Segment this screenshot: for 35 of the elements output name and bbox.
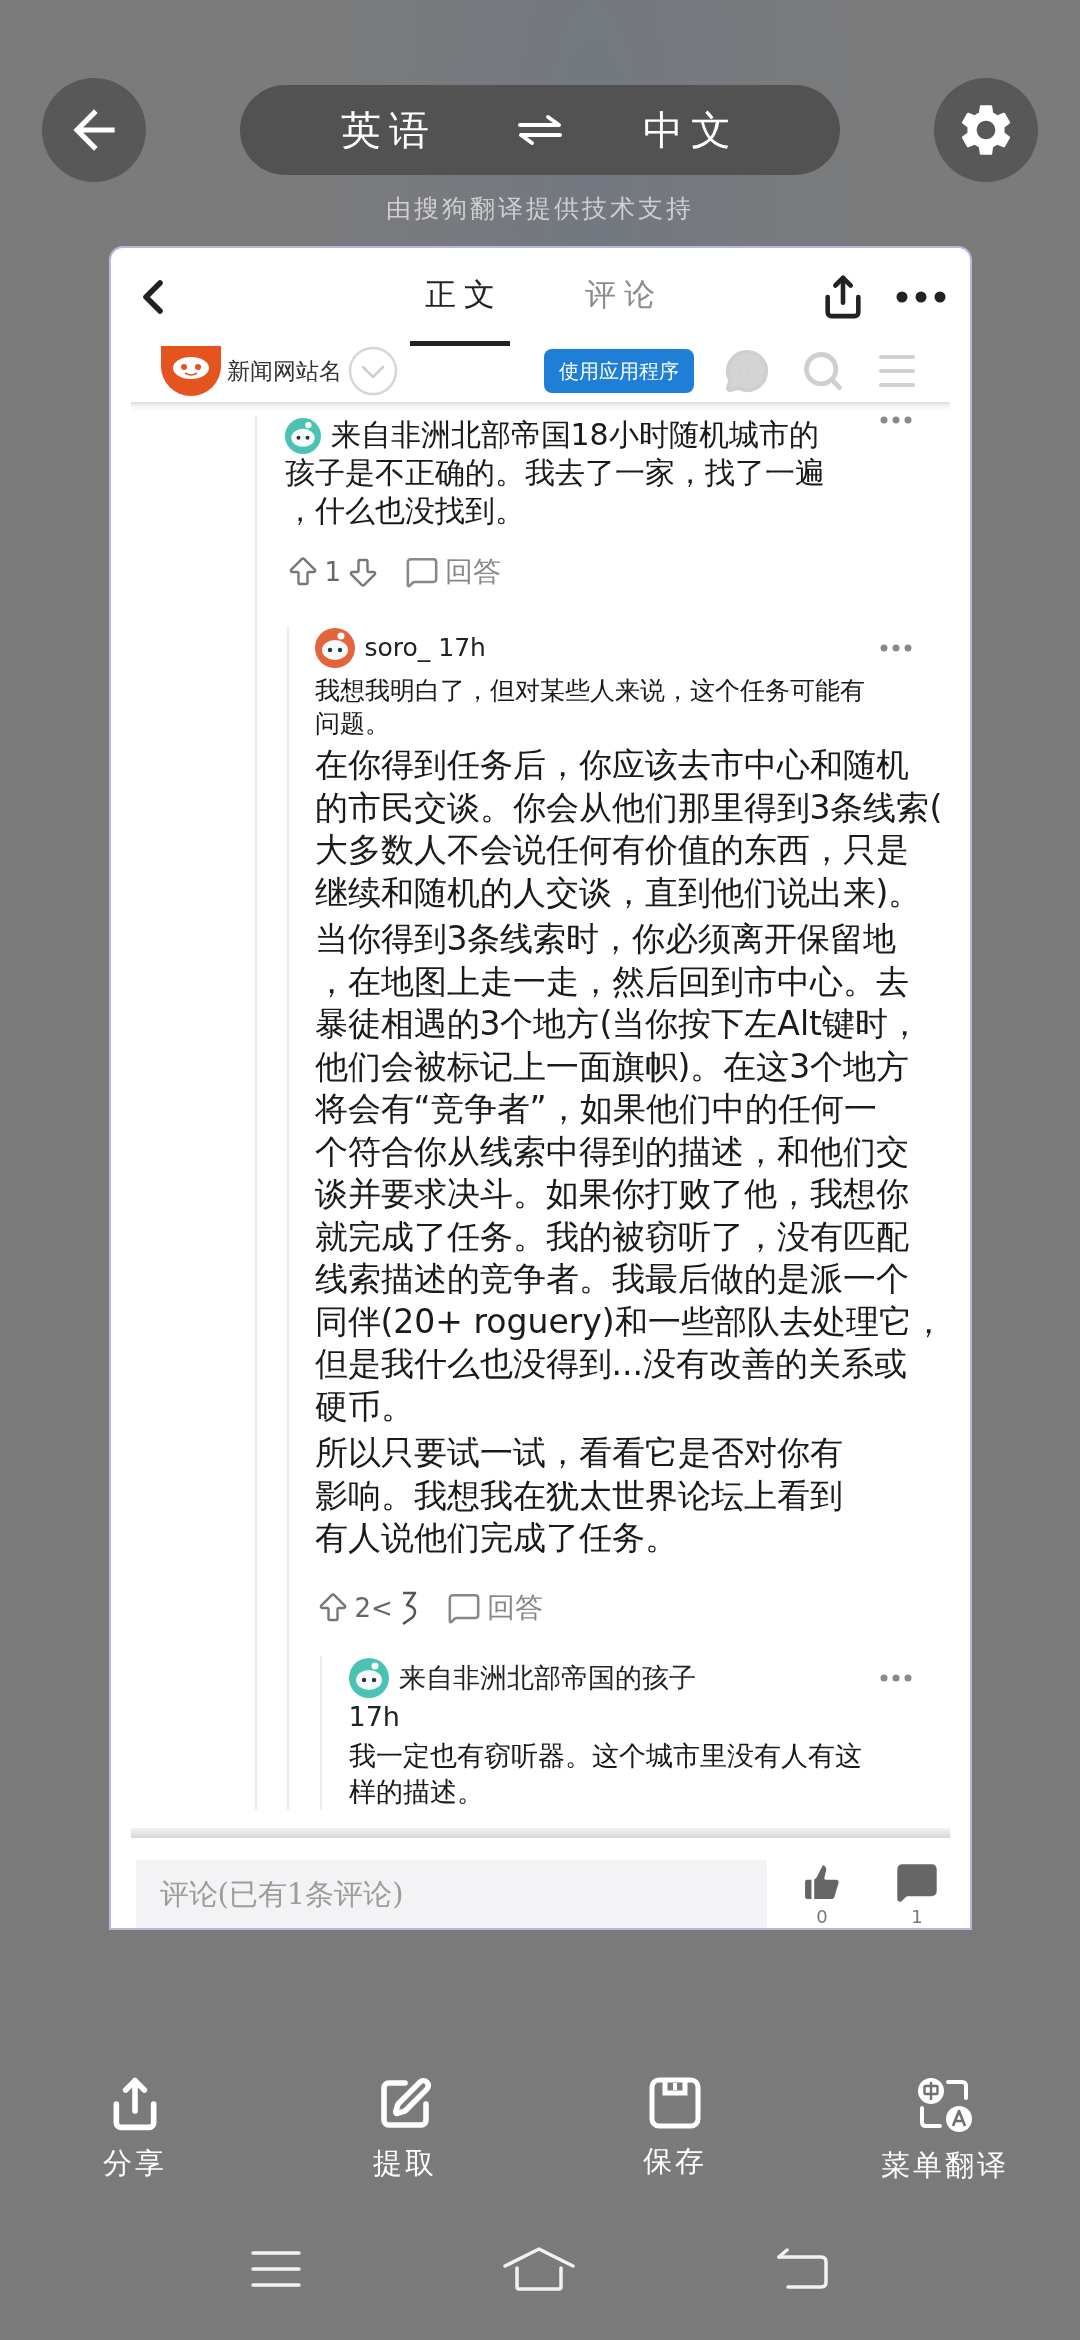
comment-text: 我想我明白了，但对某些人来说，这个任务可能有 问题。 bbox=[314, 675, 866, 740]
home-icon[interactable] bbox=[502, 2246, 576, 2292]
translate-button[interactable]: 菜单翻译 bbox=[881, 2076, 1009, 2182]
extract-button[interactable]: 提取 bbox=[373, 2076, 437, 2182]
tab[interactable]: 正文 bbox=[410, 248, 510, 346]
more-icon[interactable] bbox=[895, 291, 946, 303]
comment-text: 我一定也有窃听器。这个城市里没有人有这 样的描述。 bbox=[348, 1738, 863, 1809]
save-button[interactable]: 保存 bbox=[643, 2076, 707, 2182]
share-button[interactable]: 分享 bbox=[103, 2076, 167, 2182]
comment-author: soro_ 17h bbox=[364, 632, 487, 664]
comment-text: 所以只要试一试，看看它是否对你有 影响。我想我在犹太世界论坛上看到 有人说他们完成了任务。 bbox=[314, 1432, 844, 1559]
credit-text: 由搜狗翻译提供技术支持 bbox=[386, 194, 694, 224]
site-name: 新闻网站名 bbox=[226, 357, 342, 386]
like-count: 0 bbox=[816, 1906, 828, 1928]
comment-text: 在你得到任务后，你应该去市中心和随机 的市民交谈。你会从他们那里得到3条线索( 大多数人不会说任何有价值的东西，只是 继续和随机的人交谈，直到他们说出来)。 bbox=[314, 744, 944, 914]
reply-button[interactable]: 回答 bbox=[445, 553, 502, 591]
open-app-button[interactable]: 使用应用程序 bbox=[543, 349, 694, 393]
tab[interactable]: 评论 bbox=[570, 248, 670, 346]
comment-field[interactable]: 评论(已有1条评论) bbox=[135, 1860, 767, 1928]
vote-count: 1 bbox=[324, 557, 342, 587]
comment-author: 来自非洲北部帝国的孩子 bbox=[398, 1660, 697, 1695]
translate-icon bbox=[916, 2076, 974, 2134]
menu-icon[interactable] bbox=[250, 2249, 302, 2289]
comment-icon[interactable] bbox=[405, 555, 440, 589]
comment-text: 当你得到3条线索时，你必须离开保留地 ，在地图上走一走，然后回到市中心。去 暴徒相遇的3个地方(当你按下左Alt键时， 他们会被标记上一面旗帜)。在这3个地方 将会有“竞争者”，如果他们中的任何一 个符合你从线索中得到的描述，和他们交 谈并要求决斗。如果你打败了他，我想你 就完成了任务。我的被窃听了，没有匹配 线索描述的竞争者。我最后做的是派一个 同伴(20+ roguery)和一些部队去处理它， 但是我什么也没得到...没有改善的关系或 硬币。 bbox=[314, 918, 946, 1428]
reply-button[interactable]: 回答 bbox=[486, 1588, 543, 1627]
save-icon bbox=[648, 2076, 702, 2130]
comment-text: 来自非洲北部帝国18小时随机城市的 孩子是不正确的。我去了一家，找了一遍 ，什么也没找到。 bbox=[284, 416, 826, 530]
target-language[interactable]: 中文 bbox=[643, 106, 739, 154]
vote-count: 2< bbox=[354, 1592, 393, 1623]
comment-time: 17h bbox=[348, 1699, 401, 1734]
comment-count: 1 bbox=[911, 1906, 923, 1928]
swap-icon[interactable] bbox=[517, 114, 563, 146]
site-logo-icon bbox=[160, 346, 221, 396]
source-language[interactable]: 英语 bbox=[341, 106, 437, 154]
